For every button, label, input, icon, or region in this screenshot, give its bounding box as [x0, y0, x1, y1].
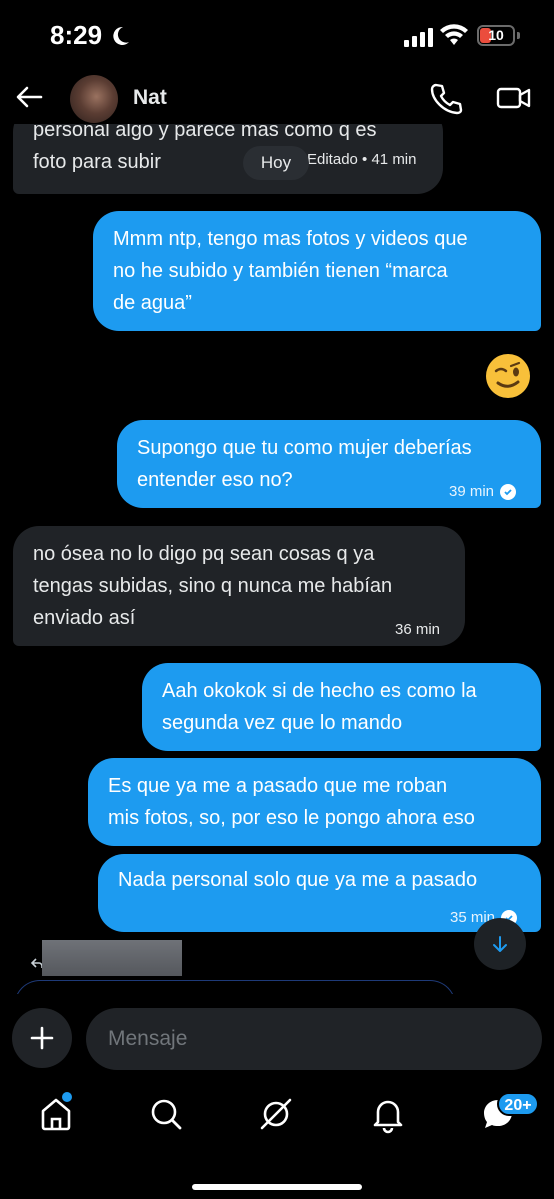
message-bubble-outgoing[interactable]: Aah okokok si de hecho es como la segund…	[142, 663, 541, 751]
scroll-to-bottom-button[interactable]	[474, 918, 526, 970]
read-check-icon	[500, 484, 517, 500]
message-text: Nada personal solo que ya me a pasado	[118, 869, 478, 891]
grok-icon[interactable]	[256, 1094, 296, 1134]
phone-icon[interactable]	[428, 80, 464, 116]
avatar[interactable]	[70, 75, 118, 123]
messages-badge: 20+	[497, 1092, 539, 1116]
status-bar: 8:29 10	[0, 0, 554, 72]
battery-level: 10	[488, 27, 504, 43]
date-pill: Hoy	[243, 146, 309, 180]
moon-icon	[113, 26, 129, 45]
home-notification-dot	[62, 1092, 72, 1102]
bell-icon[interactable]	[368, 1094, 408, 1134]
cellular-signal-icon	[404, 28, 433, 47]
message-meta: 39 min	[449, 476, 517, 508]
message-list[interactable]: personal algo y parece mas como q es fot…	[0, 124, 554, 994]
status-time: 8:29	[50, 20, 103, 50]
bottom-tab-bar: 20+	[0, 1080, 554, 1199]
message-bubble-incoming[interactable]: personal algo y parece mas como q es fot…	[13, 124, 443, 194]
message-bubble-outgoing[interactable]: Supongo que tu como mujer deberías enten…	[117, 420, 541, 508]
video-camera-icon[interactable]	[494, 80, 534, 116]
message-text: Aah okokok si de hecho es como la segund…	[162, 680, 477, 734]
message-meta: Editado • 41 min	[307, 144, 416, 176]
message-text: no ósea no lo digo pq sean cosas q ya te…	[33, 543, 393, 629]
reply-preview-frame	[14, 980, 456, 994]
message-bubble-outgoing[interactable]: Nada personal solo que ya me a pasado 35…	[98, 854, 541, 932]
plus-icon	[30, 1026, 54, 1050]
message-bubble-outgoing[interactable]: Es que ya me a pasado que me roban mis f…	[88, 758, 541, 846]
message-input[interactable]	[86, 1008, 542, 1070]
search-icon[interactable]	[146, 1094, 186, 1134]
wifi-icon	[440, 24, 468, 45]
message-bubble-incoming[interactable]: no ósea no lo digo pq sean cosas q ya te…	[13, 526, 465, 646]
message-composer	[0, 1006, 554, 1072]
message-timestamp: 36 min	[395, 621, 441, 638]
contact-name[interactable]: Nat	[133, 86, 167, 110]
arrow-down-icon	[493, 936, 507, 952]
message-timestamp: 39 min	[449, 483, 495, 500]
redacted-reply-preview	[42, 940, 182, 976]
message-text: Es que ya me a pasado que me roban mis f…	[108, 775, 475, 829]
message-meta: 36 min	[395, 614, 440, 646]
winking-face-emoji-icon[interactable]	[484, 352, 532, 400]
message-text: Mmm ntp, tengo mas fotos y videos que no…	[113, 228, 468, 314]
home-indicator[interactable]	[192, 1184, 362, 1190]
message-timestamp: Editado • 41 min	[307, 151, 417, 168]
add-attachment-button[interactable]	[12, 1008, 72, 1068]
back-arrow-icon[interactable]	[14, 82, 44, 112]
message-bubble-outgoing[interactable]: Mmm ntp, tengo mas fotos y videos que no…	[93, 211, 541, 331]
battery-icon: 10	[477, 25, 515, 46]
conversation-header: Nat	[0, 72, 554, 124]
